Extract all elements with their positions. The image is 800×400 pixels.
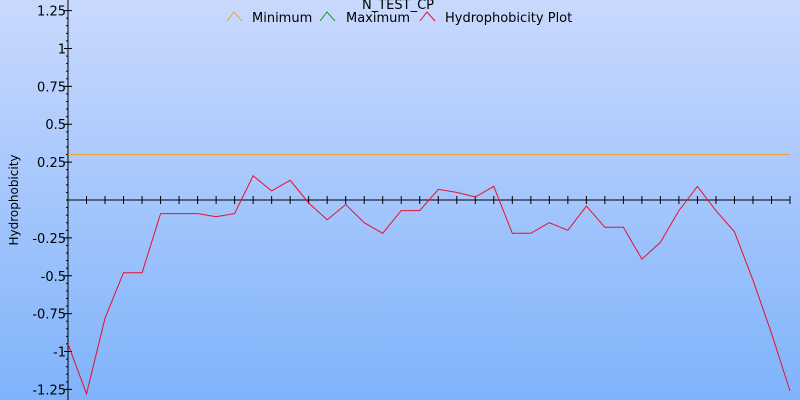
- y-tick-label: -0.25: [32, 232, 66, 247]
- y-tick-label: 1.25: [37, 5, 66, 20]
- hydrophobicity-chart: N_TEST_CP Minimum Maximum Hydrophobicity…: [0, 0, 800, 400]
- y-tick-label: 0.25: [37, 156, 66, 171]
- y-tick-label: -0.75: [32, 308, 66, 323]
- legend-label-minimum: Minimum: [252, 11, 312, 26]
- legend-label-hydrophobicity-plot: Hydrophobicity Plot: [445, 11, 572, 26]
- legend-label-maximum: Maximum: [346, 11, 410, 26]
- y-axis-title: Hydrophobicity: [7, 154, 21, 245]
- chart-canvas: N_TEST_CP Minimum Maximum Hydrophobicity…: [0, 0, 800, 400]
- y-tick-label: 0.5: [45, 118, 66, 133]
- y-tick-label: -1: [53, 346, 66, 361]
- y-tick-label: -0.5: [41, 270, 66, 285]
- legend: Minimum Maximum Hydrophobicity Plot: [226, 11, 572, 26]
- y-tick-label: 0.75: [37, 80, 66, 95]
- y-tick-label: 1: [58, 42, 66, 57]
- y-tick-label: -1.25: [32, 383, 66, 398]
